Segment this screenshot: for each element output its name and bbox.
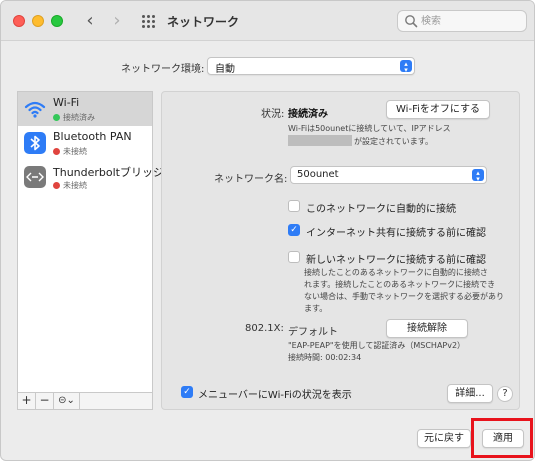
show-wifi-in-menubar-checkbox[interactable]: ✓ [181, 386, 193, 398]
dot1x-value: デフォルト [288, 327, 338, 338]
service-item-wifi[interactable]: Wi-Fi 接続済み [18, 92, 152, 126]
add-service-button[interactable]: + [18, 393, 36, 409]
auto-join-checkbox[interactable] [288, 200, 300, 212]
service-name: Wi-Fi [53, 96, 80, 109]
search-icon [405, 15, 418, 28]
zoom-window-button[interactable] [51, 15, 63, 27]
service-item-bluetooth-pan[interactable]: Bluetooth PAN 未接続 [18, 126, 152, 160]
status-dot-icon [53, 182, 60, 189]
location-label: ネットワーク環境: [121, 64, 205, 75]
status-dot-icon [53, 148, 60, 155]
status-value: 接続済み [288, 109, 328, 120]
service-status: 接続済み [53, 112, 95, 123]
ask-new-network-label: 新しいネットワークに接続する前に確認 [306, 255, 486, 266]
popup-stepper-icon: ▴ ▾ [400, 60, 412, 74]
search-field[interactable] [397, 10, 527, 32]
ask-new-network-checkbox[interactable] [288, 251, 300, 263]
service-list: Wi-Fi 接続済み Bluetooth PAN 未接続 Thunderbolt… [17, 91, 164, 393]
close-window-button[interactable] [13, 15, 25, 27]
ask-hotspot-checkbox[interactable]: ✓ [288, 224, 300, 236]
auto-join-label: このネットワークに自動的に接続 [306, 204, 456, 215]
forward-chevron-icon[interactable]: › [107, 11, 127, 31]
help-button[interactable]: ? [497, 386, 513, 402]
status-label: 状況: [261, 109, 285, 120]
advanced-button[interactable]: 詳細... [447, 384, 493, 403]
revert-button[interactable]: 元に戻す [417, 429, 471, 448]
status-dot-icon [53, 114, 60, 121]
minimize-window-button[interactable] [32, 15, 44, 27]
dot1x-label: 802.1X: [245, 323, 284, 334]
service-item-thunderbolt-bridge[interactable]: Thunderboltブリッジ 未接続 [18, 160, 164, 194]
status-description: Wi-Fiは50ounetに接続していて、IPアドレス が設定されています。 [288, 124, 451, 146]
service-name: Bluetooth PAN [53, 130, 132, 143]
network-name-select[interactable]: 50ounet ▴ ▾ [290, 166, 487, 184]
network-preferences-window: ‹ › ネットワーク ネットワーク環境: 自動 ▴▾ [0, 0, 535, 461]
thunderbolt-bridge-icon [24, 166, 46, 188]
service-name: Thunderboltブリッジ [53, 166, 164, 179]
popup-stepper-icon: ▴ ▾ [472, 169, 484, 183]
window-title: ネットワーク [167, 15, 240, 29]
bluetooth-icon [24, 132, 46, 154]
apply-button-highlight-box [471, 418, 533, 458]
show-wifi-in-menubar-label: メニューバーにWi-Fiの状況を表示 [198, 390, 352, 401]
location-value: 自動 [215, 64, 235, 75]
remove-service-button[interactable]: − [36, 393, 54, 409]
ask-new-network-description: 接続したことのあるネットワークに自動的に接続さ れます。接続したことのあるネット… [304, 268, 504, 313]
location-select[interactable]: 自動 ▴ ▾ [207, 57, 415, 75]
disconnect-button[interactable]: 接続解除 [386, 319, 468, 338]
dot1x-description: "EAP-PEAP"を使用して認証済み（MSCHAPv2） 接続時間: 00:0… [288, 341, 466, 362]
search-input[interactable] [421, 13, 521, 29]
network-name-value: 50ounet [297, 169, 339, 180]
redacted-ip-address [288, 135, 352, 146]
show-all-grid-icon[interactable] [142, 15, 155, 28]
service-status: 未接続 [53, 180, 87, 191]
network-name-label: ネットワーク名: [214, 174, 288, 185]
service-status: 未接続 [53, 146, 87, 157]
ask-hotspot-label: インターネット共有に接続する前に確認 [306, 228, 486, 239]
back-chevron-icon[interactable]: ‹ [80, 11, 100, 31]
wifi-icon [24, 98, 46, 120]
service-action-menu-button[interactable]: ⊝⌄ [54, 393, 80, 409]
service-list-toolbar: + − ⊝⌄ [17, 393, 153, 410]
wifi-off-button[interactable]: Wi-Fiをオフにする [386, 100, 490, 119]
titlebar: ‹ › ネットワーク [1, 1, 534, 41]
